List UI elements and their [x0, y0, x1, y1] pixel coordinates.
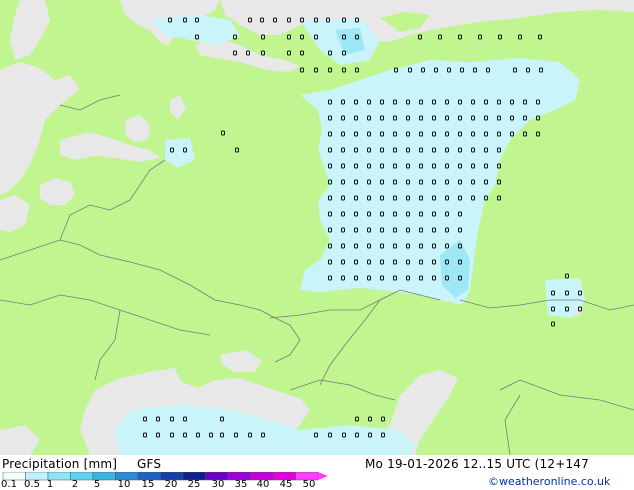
legend-tick-label: 35	[234, 479, 248, 490]
valid-time: Mo 19-01-2026 12..15 UTC (12+147	[365, 457, 589, 471]
legend-tick-label: 20	[164, 479, 178, 490]
model-label: GFS	[137, 457, 162, 471]
legend-panel: Precipitation [mm] GFS Mo 19-01-2026 12.…	[0, 455, 634, 490]
legend-tick-label: 45	[279, 479, 293, 490]
legend-tick-label: 1	[46, 479, 54, 490]
legend-tick-label: 0.1	[1, 479, 17, 490]
legend-tick-label: 10	[117, 479, 131, 490]
legend-tick-label: 0.5	[24, 479, 40, 490]
legend-tick-label: 2	[71, 479, 79, 490]
legend-tick-label: 30	[211, 479, 225, 490]
legend-tick-label: 5	[93, 479, 101, 490]
weather-map-page: Precipitation [mm] GFS Mo 19-01-2026 12.…	[0, 0, 634, 490]
legend-title: Precipitation [mm]	[2, 457, 118, 471]
legend-tick-label: 25	[187, 479, 201, 490]
credit-link[interactable]: ©weatheronline.co.uk	[488, 475, 610, 488]
legend-overflow-arrow	[318, 472, 328, 480]
precipitation-map	[0, 0, 634, 455]
legend-tick-label: 50	[302, 479, 316, 490]
legend-tick-label: 40	[256, 479, 270, 490]
legend-tick-label: 15	[141, 479, 155, 490]
